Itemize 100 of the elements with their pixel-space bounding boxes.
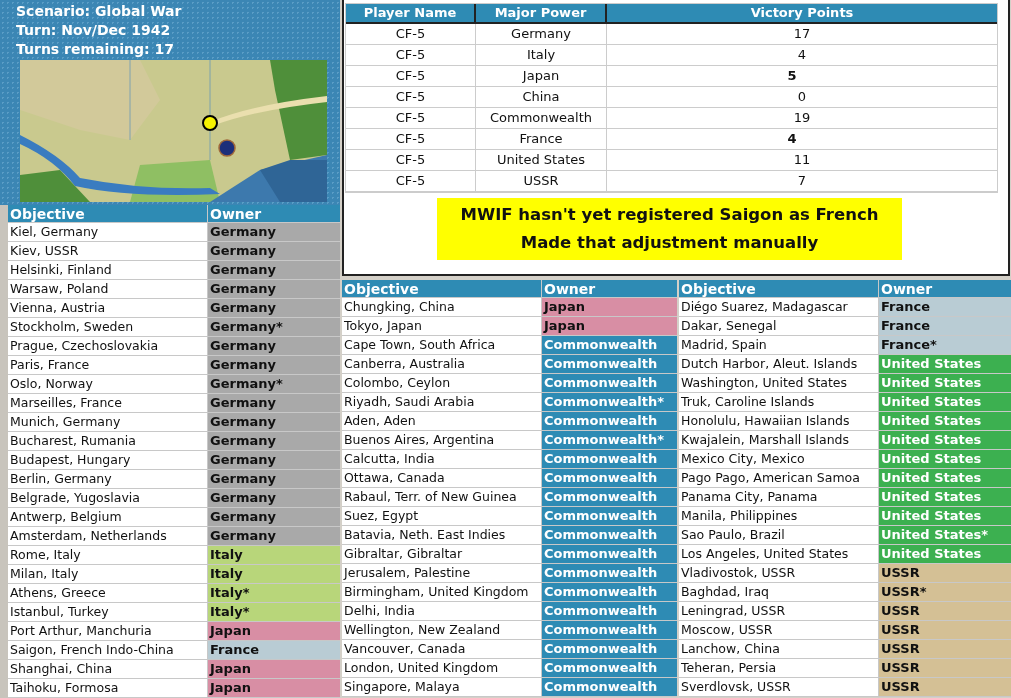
table-cell: USSR	[879, 659, 1011, 677]
table-cell: Commonwealth	[542, 488, 677, 506]
table-cell: CF-5	[346, 150, 476, 170]
column-header: Victory Points	[749, 4, 855, 22]
table-cell: Commonwealth	[542, 526, 677, 544]
table-cell: United States	[879, 545, 1011, 563]
column-header: Owner	[209, 205, 263, 222]
table-cell: CF-5	[346, 66, 476, 86]
table-cell: Commonwealth	[476, 108, 607, 128]
table-cell-text: 4	[797, 46, 807, 64]
table-cell: Germany	[208, 261, 340, 279]
table-cell: Italy	[208, 565, 340, 583]
table-cell: CF-5	[346, 87, 476, 107]
table-cell: Commonwealth	[542, 374, 677, 392]
table-cell: United States	[879, 412, 1011, 430]
table-cell: Commonwealth	[542, 412, 677, 430]
note-text: MWIF hasn't yet registered Saigon as French	[459, 204, 880, 226]
table-cell: United States	[879, 488, 1011, 506]
table-cell: USSR*	[879, 583, 1011, 601]
table-cell: Commonwealth	[542, 659, 677, 677]
table-cell: Commonwealth	[542, 450, 677, 468]
column-header: Objective	[342, 280, 542, 297]
table-cell: Japan	[208, 660, 340, 678]
table-cell: Germany	[208, 337, 340, 355]
table-cell: Germany	[208, 299, 340, 317]
table-cell: USSR	[879, 678, 1011, 696]
table-cell: USSR	[879, 621, 1011, 639]
table-cell-text: 19	[793, 109, 811, 127]
note-text: Made that adjustment manually	[519, 232, 820, 254]
column-header: Player Name	[346, 4, 476, 22]
table-cell: CF-5	[346, 45, 476, 65]
table-cell: Commonwealth*	[542, 393, 677, 411]
table-cell: Italy	[208, 546, 340, 564]
table-cell: Japan	[542, 317, 677, 335]
table-cell: Japan	[476, 66, 607, 86]
table-cell: Germany	[208, 223, 340, 241]
table-cell: China	[476, 87, 607, 107]
table-cell: France	[476, 129, 607, 149]
table-cell: Italy*	[208, 584, 340, 602]
table-cell: Commonwealth	[542, 602, 677, 620]
table-cell: Italy*	[208, 603, 340, 621]
table-cell: USSR	[476, 171, 607, 191]
table-cell: United States	[879, 507, 1011, 525]
table-cell: Commonwealth	[542, 621, 677, 639]
table-cell: United States	[879, 374, 1011, 392]
table-cell: Japan	[208, 622, 340, 640]
table-cell: Germany	[208, 413, 340, 431]
table-cell: Commonwealth	[542, 469, 677, 487]
table-cell: Commonwealth	[542, 545, 677, 563]
table-cell: USSR	[879, 564, 1011, 582]
table-cell: Germany	[208, 432, 340, 450]
header-text: Turn: Nov/Dec 1942	[16, 21, 172, 40]
table-cell: USSR	[879, 640, 1011, 658]
column-header: Owner	[543, 280, 597, 297]
table-cell: United States	[879, 355, 1011, 373]
column-header: Objective	[679, 280, 879, 297]
table-cell: Japan	[542, 298, 677, 316]
table-cell: Germany	[208, 527, 340, 545]
table-cell: Commonwealth	[542, 336, 677, 354]
column-header: Major Power	[476, 4, 607, 22]
table-cell: CF-5	[346, 24, 476, 44]
table-cell: Germany	[208, 489, 340, 507]
table-cell: CF-5	[346, 171, 476, 191]
table-cell: USSR	[879, 602, 1011, 620]
table-cell: Germany	[208, 508, 340, 526]
column-header: Owner	[880, 280, 934, 297]
table-cell-text: 11	[793, 151, 811, 169]
table-cell: Germany	[208, 451, 340, 469]
table-cell: Commonwealth	[542, 355, 677, 373]
table-cell: France	[879, 298, 1011, 316]
table-cell: Germany	[208, 394, 340, 412]
table-cell: Germany	[208, 280, 340, 298]
table-cell: Germany	[208, 470, 340, 488]
column-header: Objective	[8, 205, 208, 222]
table-cell: United States	[879, 393, 1011, 411]
table-cell: Commonwealth*	[542, 431, 677, 449]
table-cell: Germany	[208, 356, 340, 374]
table-cell-text: 7	[797, 172, 807, 190]
table-cell: Japan	[208, 679, 340, 697]
table-cell: Italy	[476, 45, 607, 65]
table-cell: France	[879, 317, 1011, 335]
table-cell: Germany	[208, 242, 340, 260]
table-cell: United States	[879, 431, 1011, 449]
table-cell: Commonwealth	[542, 583, 677, 601]
table-cell: CF-5	[346, 108, 476, 128]
table-cell: Commonwealth	[542, 507, 677, 525]
header-text: Turns remaining: 17	[16, 40, 175, 59]
table-cell: Germany*	[208, 318, 340, 336]
table-cell: United States*	[879, 526, 1011, 544]
table-cell: United States	[879, 450, 1011, 468]
table-cell: France	[208, 641, 340, 659]
table-cell: United States	[476, 150, 607, 170]
table-cell-text: 5	[787, 67, 797, 85]
table-cell-text: 0	[797, 88, 807, 106]
table-cell: Commonwealth	[542, 564, 677, 582]
table-cell: France*	[879, 336, 1011, 354]
table-cell: Commonwealth	[542, 678, 677, 696]
table-cell: Commonwealth	[542, 640, 677, 658]
table-cell-text: 4	[787, 130, 797, 148]
header-text: Scenario: Global War	[16, 2, 183, 21]
